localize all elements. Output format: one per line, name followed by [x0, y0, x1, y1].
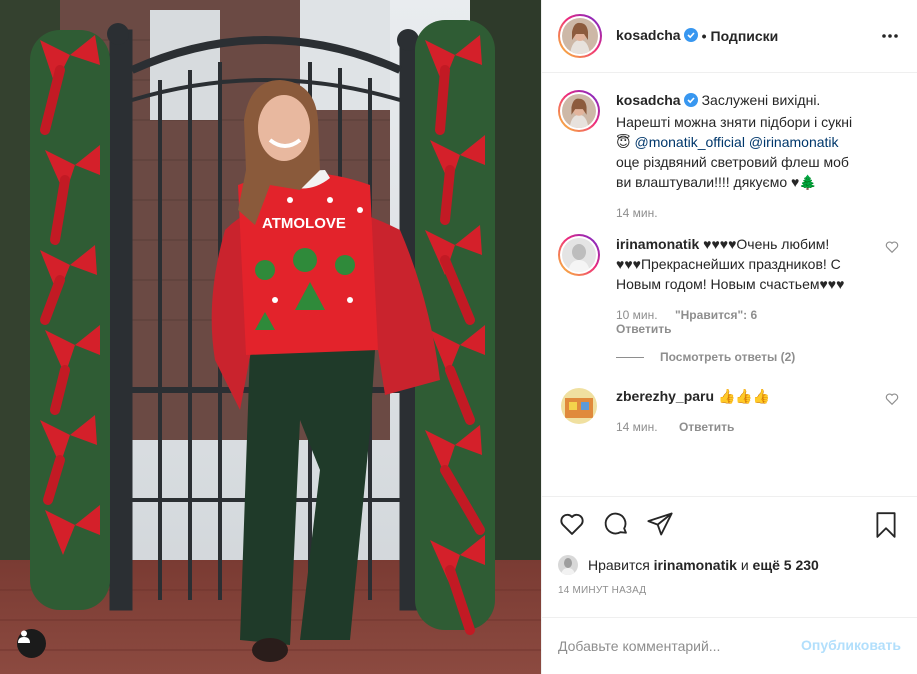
comment-username[interactable]: irinamonatik: [616, 236, 699, 252]
comment-button[interactable]: [602, 510, 630, 541]
comment-item: irinamonatik ♥♥♥♥Очень любим! ♥♥♥Прекрас…: [558, 234, 901, 336]
liker-avatar[interactable]: [558, 555, 578, 575]
comment-time: 14 мин.: [616, 420, 658, 434]
caption-text: оце різдвяний светровий флеш моб ви влаш…: [616, 154, 849, 190]
author-avatar[interactable]: [558, 14, 602, 58]
mention-link[interactable]: @monatik_official: [634, 134, 744, 150]
comment-avatar[interactable]: [558, 386, 600, 428]
following-button[interactable]: Подписки: [711, 28, 779, 44]
save-button[interactable]: [873, 511, 899, 542]
comment-avatar[interactable]: [558, 234, 600, 276]
caption-time: 14 мин.: [616, 206, 658, 220]
likes-summary: Нравится irinamonatik и ещё 5 230: [558, 555, 901, 575]
bookmark-icon: [873, 512, 899, 542]
replies-divider: [616, 356, 644, 358]
mention-link[interactable]: @irinamonatik: [749, 134, 839, 150]
header-separator: •: [701, 28, 707, 44]
like-comment-button[interactable]: [885, 240, 899, 257]
comment-input[interactable]: [558, 638, 788, 654]
comment-likes[interactable]: "Нравится": 6: [675, 308, 757, 322]
caption-username[interactable]: kosadcha: [616, 92, 681, 108]
reply-button[interactable]: Ответить: [616, 322, 671, 336]
caption-avatar[interactable]: [558, 90, 600, 132]
reply-button[interactable]: Ответить: [679, 420, 734, 434]
sweater-text: ATMOLOVE: [262, 215, 346, 232]
author-username[interactable]: kosadcha: [616, 27, 698, 45]
more-icon: [881, 32, 899, 48]
liker-username[interactable]: irinamonatik: [654, 557, 737, 573]
caption: kosadcha Заслужені вихідні. Нарешті можна…: [558, 90, 901, 220]
post-sidebar: kosadcha • Подписки kosadcha Заслужені в…: [541, 0, 917, 674]
comment-meta: 10 мин. "Нравится": 6 Ответить: [616, 308, 861, 336]
comment-icon: [602, 512, 630, 541]
instagram-post: ATMOLOVE kosadcha • Подписки kosadcha За…: [0, 0, 917, 674]
post-header: kosadcha • Подписки: [542, 0, 917, 73]
verified-icon: [683, 92, 698, 112]
comment-username[interactable]: zberezhy_paru: [616, 388, 714, 404]
likes-prefix: Нравится: [588, 557, 650, 573]
share-icon: [646, 512, 674, 541]
post-actions: Нравится irinamonatik и ещё 5 230 14 МИН…: [542, 496, 917, 596]
verified-icon: [683, 28, 698, 45]
comment-text: 👍👍👍: [717, 388, 771, 404]
heart-icon: [885, 241, 899, 257]
post-timestamp: 14 МИНУТ НАЗАД: [558, 585, 647, 596]
heart-icon: [885, 393, 899, 409]
share-button[interactable]: [646, 510, 674, 541]
add-comment-bar: Опубликовать: [542, 617, 917, 674]
comment-item: zberezhy_paru 👍👍👍 14 мин. Ответить: [558, 386, 901, 434]
post-photo[interactable]: ATMOLOVE: [0, 0, 541, 674]
comment-time: 10 мин.: [616, 308, 658, 322]
comment-meta: 14 мин. Ответить: [616, 420, 861, 434]
view-replies-label: Посмотреть ответы (2): [660, 350, 796, 364]
heart-icon: [558, 513, 586, 541]
photo-illustration: ATMOLOVE: [0, 0, 541, 674]
publish-button[interactable]: Опубликовать: [801, 637, 901, 653]
like-button[interactable]: [558, 510, 586, 541]
action-icons: [558, 497, 901, 553]
view-replies-button[interactable]: Посмотреть ответы (2): [616, 350, 901, 364]
comments-list[interactable]: kosadcha Заслужені вихідні. Нарешті можна…: [542, 74, 917, 496]
more-options-button[interactable]: [881, 27, 899, 48]
like-comment-button[interactable]: [885, 392, 899, 409]
likes-count[interactable]: ещё 5 230: [753, 557, 819, 573]
tag-user-button[interactable]: [17, 629, 46, 658]
likes-and: и: [740, 557, 749, 573]
